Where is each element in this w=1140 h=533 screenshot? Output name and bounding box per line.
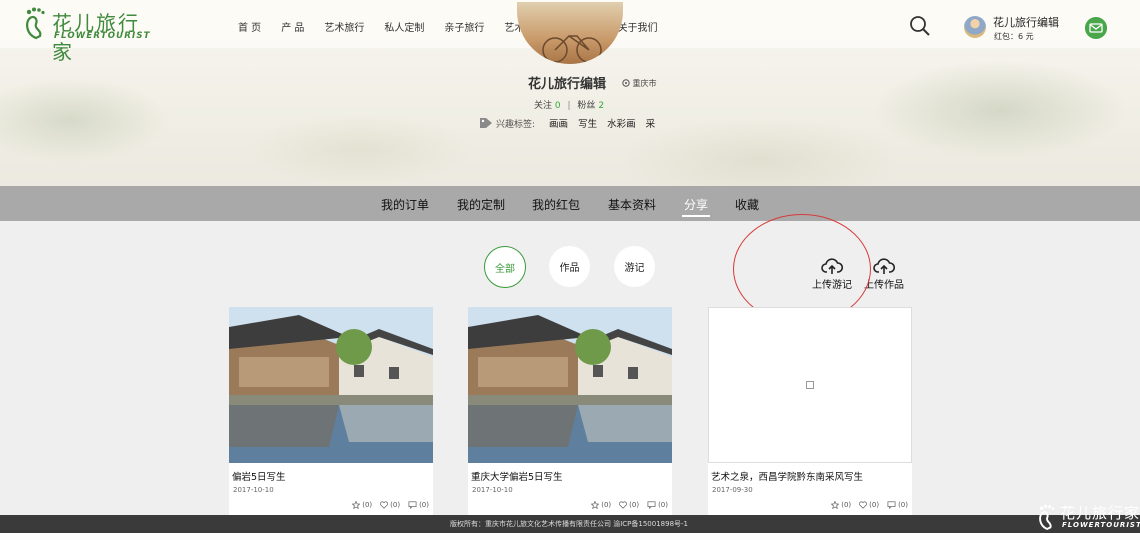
- follow-label: 关注: [534, 101, 553, 111]
- search-icon[interactable]: [909, 15, 931, 37]
- footer-brand-cn: 花儿旅行家: [1060, 504, 1140, 522]
- heart-icon: [619, 501, 628, 509]
- card-stats: (0) (0) (0): [344, 501, 429, 509]
- card-image[interactable]: [708, 307, 912, 463]
- interest-tags: 兴趣标签: 画画 写生 水彩画 采: [479, 116, 665, 130]
- stats-separator: |: [567, 101, 571, 111]
- card-image[interactable]: [468, 307, 672, 463]
- like-count: (0): [869, 501, 880, 509]
- filter-all[interactable]: 全部: [484, 246, 526, 288]
- tab-basic-info[interactable]: 基本资料: [608, 196, 656, 213]
- nav-about[interactable]: 关于我们: [618, 19, 658, 34]
- favorite-count: (0): [601, 501, 612, 509]
- tag-icon: [480, 118, 492, 128]
- canal-town-photo: [468, 307, 672, 463]
- follow-count[interactable]: 0: [555, 101, 561, 111]
- star-icon: [591, 501, 600, 509]
- share-card[interactable]: 重庆大学偏岩5日写生 2017-10-10 (0) (0) (0): [468, 307, 672, 517]
- tags-label: 兴趣标签:: [496, 119, 536, 130]
- like-count: (0): [390, 501, 401, 509]
- comment-count: (0): [419, 501, 429, 509]
- cloud-upload-icon: [873, 258, 895, 274]
- heart-icon: [859, 501, 868, 509]
- follow-stats: 关注 0 | 粉丝 2: [534, 98, 604, 111]
- footer-logo: 花儿旅行家 FLOWERTOURIST: [1036, 500, 1140, 533]
- nav-products[interactable]: 产 品: [281, 19, 304, 34]
- fans-label: 粉丝: [577, 101, 596, 111]
- tag-item: 写生: [578, 119, 598, 130]
- favorite-count: (0): [362, 501, 373, 509]
- card-stats: (0) (0) (0): [583, 501, 668, 509]
- nav-art-travel[interactable]: 艺术旅行: [324, 19, 364, 34]
- tag-item: 采: [645, 119, 656, 130]
- nav-home[interactable]: 首 页: [238, 19, 261, 34]
- card-title[interactable]: 重庆大学偏岩5日写生: [471, 469, 563, 483]
- card-title[interactable]: 艺术之泉，西昌学院黔东南采风写生: [711, 469, 863, 483]
- comment-stat[interactable]: (0): [647, 501, 668, 509]
- user-name[interactable]: 花儿旅行编辑: [993, 14, 1059, 30]
- broken-image-icon: [806, 381, 814, 389]
- comment-stat[interactable]: (0): [408, 501, 429, 509]
- share-card[interactable]: 偏岩5日写生 2017-10-10 (0) (0) (0): [229, 307, 433, 517]
- footprint-logo-icon: [25, 7, 45, 40]
- card-title[interactable]: 偏岩5日写生: [232, 469, 286, 483]
- card-date: 2017-09-30: [712, 486, 753, 494]
- tag-item: 水彩画: [607, 119, 636, 130]
- brand-logo[interactable]: 花儿旅行家 FLOWERTOURIST: [22, 6, 152, 64]
- like-stat[interactable]: (0): [380, 501, 400, 509]
- star-icon: [831, 501, 840, 509]
- filter-works[interactable]: 作品: [549, 246, 590, 287]
- star-icon: [352, 501, 361, 509]
- like-stat[interactable]: (0): [859, 501, 879, 509]
- location-text: 重庆市: [632, 79, 657, 88]
- like-stat[interactable]: (0): [619, 501, 639, 509]
- share-card[interactable]: 艺术之泉，西昌学院黔东南采风写生 2017-09-30 (0) (0) (0): [708, 307, 912, 517]
- profile-name: 花儿旅行编辑: [528, 77, 607, 92]
- comment-count: (0): [898, 501, 908, 509]
- filter-travelogues[interactable]: 游记: [614, 246, 655, 287]
- heart-icon: [380, 501, 389, 509]
- canal-town-photo: [229, 307, 433, 463]
- card-date: 2017-10-10: [233, 486, 274, 494]
- user-avatar[interactable]: [964, 16, 986, 38]
- favorite-stat[interactable]: (0): [591, 501, 611, 509]
- comment-count: (0): [658, 501, 668, 509]
- footprint-logo-icon: [1039, 504, 1055, 531]
- comment-stat[interactable]: (0): [887, 501, 908, 509]
- nav-private-custom[interactable]: 私人定制: [384, 19, 424, 34]
- user-bonus: 红包：6 元: [994, 32, 1034, 41]
- card-image[interactable]: [229, 307, 433, 463]
- profile-tabbar: 我的订单 我的定制 我的红包 基本资料 分享 收藏: [0, 186, 1140, 221]
- profile-location: 重庆市: [622, 78, 657, 89]
- tab-favorites[interactable]: 收藏: [735, 196, 759, 213]
- brand-name-en: FLOWERTOURIST: [54, 31, 151, 41]
- footer-brand-en: FLOWERTOURIST: [1062, 521, 1140, 529]
- card-date: 2017-10-10: [472, 486, 513, 494]
- favorite-count: (0): [841, 501, 852, 509]
- comment-icon: [887, 501, 896, 509]
- page-footer: 版权所有：重庆市花儿旅文化艺术传播有限责任公司 渝ICP备15001898号-1: [0, 515, 1140, 533]
- copyright-text: 版权所有：重庆市花儿旅文化艺术传播有限责任公司 渝ICP备15001898号-1: [450, 520, 689, 528]
- card-stats: (0) (0) (0): [823, 501, 908, 509]
- tab-my-custom[interactable]: 我的定制: [457, 196, 505, 213]
- favorite-stat[interactable]: (0): [352, 501, 372, 509]
- location-icon: [622, 79, 630, 87]
- tag-item: 画画: [549, 119, 569, 130]
- favorite-stat[interactable]: (0): [831, 501, 851, 509]
- tab-share[interactable]: 分享: [681, 196, 711, 217]
- like-count: (0): [629, 501, 640, 509]
- comment-icon: [647, 501, 656, 509]
- tab-my-orders[interactable]: 我的订单: [381, 196, 429, 213]
- tab-my-red-packets[interactable]: 我的红包: [532, 196, 580, 213]
- comment-icon: [408, 501, 417, 509]
- fans-count[interactable]: 2: [598, 101, 604, 111]
- mail-icon[interactable]: [1085, 17, 1107, 39]
- nav-family-travel[interactable]: 亲子旅行: [444, 19, 484, 34]
